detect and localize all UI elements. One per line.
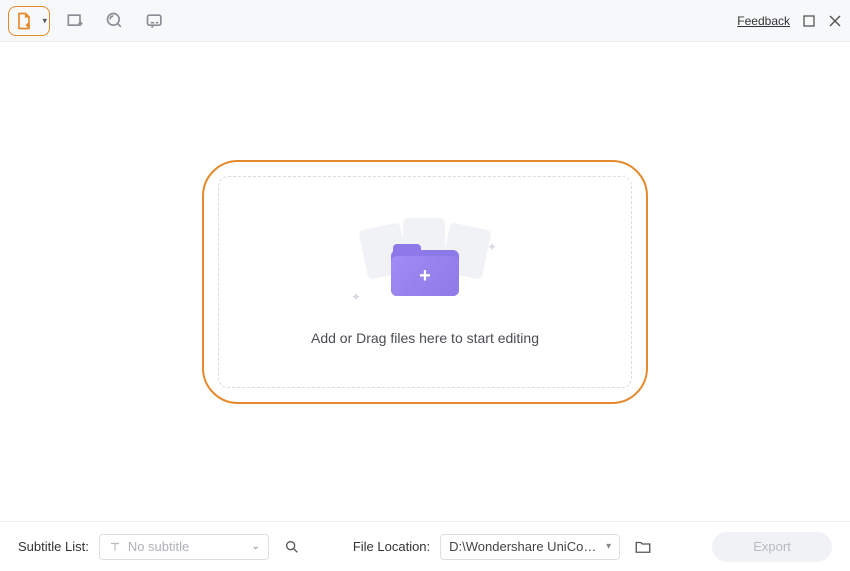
- subtitle-icon: [145, 11, 165, 31]
- text-icon: [108, 540, 122, 554]
- file-location-select[interactable]: D:\Wondershare UniConverter 1 ▾: [440, 534, 620, 560]
- maximize-icon: [803, 15, 815, 27]
- chevron-down-icon: ▾: [606, 541, 611, 552]
- maximize-button[interactable]: [802, 14, 816, 28]
- main-area: ✦ ✦ + Add or Drag files here to start ed…: [0, 42, 850, 521]
- toolbar: ▾ Feedback: [0, 0, 850, 42]
- dropzone[interactable]: ✦ ✦ + Add or Drag files here to start ed…: [218, 176, 632, 388]
- footer-bar: Subtitle List: No subtitle ⌄ File Locati…: [0, 521, 850, 571]
- effects-button[interactable]: [100, 6, 130, 36]
- export-button[interactable]: Export: [712, 532, 832, 562]
- open-folder-button[interactable]: [630, 534, 656, 560]
- folder-icon: [634, 538, 652, 556]
- subtitle-select-value: No subtitle: [128, 539, 246, 554]
- subtitle-list-label: Subtitle List:: [18, 539, 89, 554]
- search-subtitle-button[interactable]: [279, 534, 305, 560]
- toolbar-right: Feedback: [737, 14, 842, 28]
- export-button-label: Export: [753, 539, 791, 554]
- toolbar-left: ▾: [8, 6, 170, 36]
- crop-button[interactable]: [60, 6, 90, 36]
- close-button[interactable]: [828, 14, 842, 28]
- subtitle-button[interactable]: [140, 6, 170, 36]
- dropzone-illustration: ✦ ✦ +: [355, 218, 495, 308]
- dropzone-highlight: ✦ ✦ + Add or Drag files here to start ed…: [202, 160, 648, 404]
- file-plus-icon: [14, 11, 34, 31]
- add-file-button[interactable]: ▾: [8, 6, 50, 36]
- chevron-down-icon: ▾: [42, 15, 47, 26]
- crop-icon: [65, 11, 85, 31]
- search-icon: [284, 539, 300, 555]
- chevron-down-icon: ⌄: [251, 541, 259, 552]
- file-location-label: File Location:: [353, 539, 430, 554]
- feedback-link[interactable]: Feedback: [737, 14, 790, 28]
- subtitle-select[interactable]: No subtitle ⌄: [99, 534, 269, 560]
- effects-icon: [105, 11, 125, 31]
- close-icon: [829, 15, 841, 27]
- dropzone-prompt: Add or Drag files here to start editing: [311, 330, 539, 346]
- file-location-value: D:\Wondershare UniConverter 1: [449, 539, 600, 554]
- folder-plus-icon: +: [391, 246, 459, 296]
